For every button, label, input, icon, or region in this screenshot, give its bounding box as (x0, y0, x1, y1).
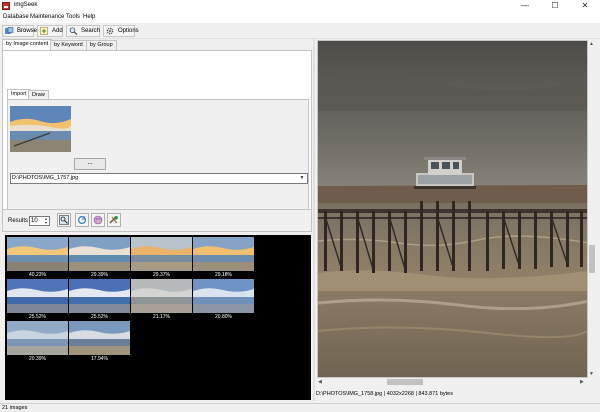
result-thumbnail[interactable]: 40.23% (7, 237, 68, 279)
pane-splitter[interactable] (313, 39, 315, 401)
result-thumbnail[interactable]: 29.39% (69, 237, 130, 279)
thumbnail-image (193, 279, 254, 313)
status-bar: 21 images (0, 403, 600, 412)
tab-by-keyword[interactable]: by Keyword (50, 40, 87, 50)
chevron-down-icon[interactable]: ▼ (298, 175, 306, 182)
options-button[interactable]: Options (103, 25, 139, 37)
similarity-score: 20.39% (29, 356, 46, 362)
viewer-horizontal-scrollbar[interactable]: ◀ ▶ (317, 378, 588, 386)
palette-icon (93, 215, 103, 225)
result-thumbnail[interactable]: 21.17% (131, 279, 192, 321)
menu-tools[interactable]: Tools (66, 14, 80, 20)
thumbnail-image (69, 321, 130, 355)
query-image-thumbnail (10, 106, 71, 152)
pier-photo (318, 41, 587, 377)
result-thumbnail[interactable]: 20.39% (7, 321, 68, 363)
tools-button[interactable] (107, 213, 121, 227)
results-panel: Results 10 ▲ ▼ (2, 209, 312, 232)
search-button[interactable]: Search (66, 25, 100, 37)
import-draw-tabs: Import Draw (7, 89, 307, 99)
result-thumbnail[interactable]: 17.94% (69, 321, 130, 363)
app-icon (2, 2, 10, 10)
browse-icon (5, 27, 14, 34)
result-thumbnail[interactable]: 29.18% (193, 237, 254, 279)
vertical-scroll-thumb[interactable] (589, 245, 595, 273)
menu-help[interactable]: Help (83, 14, 95, 20)
refresh-button[interactable] (75, 213, 89, 227)
close-button[interactable]: ✕ (570, 0, 600, 12)
thumbnail-image (7, 279, 68, 313)
thumbnail-image (7, 237, 68, 271)
thumbnail-image (69, 237, 130, 271)
query-pane: by Image content by Keyword by Group Imp… (2, 39, 312, 401)
menu-database[interactable]: Database (3, 14, 29, 20)
similarity-score: 29.39% (91, 272, 108, 278)
horizontal-scroll-thumb[interactable] (387, 379, 423, 385)
tab-by-group[interactable]: by Group (86, 40, 117, 50)
tab-draw[interactable]: Draw (28, 90, 49, 99)
similarity-score: 25.52% (29, 314, 46, 320)
similarity-score: 21.17% (153, 314, 170, 320)
thumbnail-image (7, 321, 68, 355)
query-tabs: by Image content by Keyword by Group (2, 39, 312, 50)
query-path-value: D:\PHOTOS\IMG_1757.jpg (12, 175, 79, 181)
maximize-button[interactable]: ☐ (540, 0, 570, 12)
scroll-left-icon[interactable]: ◀ (318, 379, 322, 385)
browse-label: Browse (17, 28, 38, 34)
gear-icon (106, 27, 114, 35)
options-label: Options (118, 28, 139, 34)
tools-icon (109, 216, 118, 224)
similarity-score: 29.18% (215, 272, 232, 278)
result-thumbnail[interactable]: 25.52% (7, 279, 68, 321)
thumbnail-image (131, 279, 192, 313)
query-button[interactable] (57, 213, 71, 227)
browse-button[interactable]: Browse (2, 25, 38, 37)
menu-maintenance[interactable]: Maintenance (30, 14, 64, 20)
similarity-score: 20.80% (215, 314, 232, 320)
search-icon (69, 27, 78, 35)
title-bar: imgSeek — ☐ ✕ (0, 0, 600, 12)
image-info-label: D:\PHOTOS\IMG_1758.jpg | 4032x2268 | 843… (316, 391, 453, 397)
thumbnail-image (131, 237, 192, 271)
thumbnail-image (69, 279, 130, 313)
refresh-icon (77, 215, 87, 225)
image-viewer-pane: ▲ ▼ ◀ ▶ D:\PHOTOS\IMG_1758.jpg | 4032x22… (316, 39, 597, 401)
results-thumbnail-grid: 40.23% 29.39% 29.37% 29.18% 25.52% 25.52% 21.1… (5, 235, 311, 400)
results-label: Results (8, 218, 29, 224)
similarity-score: 40.23% (29, 272, 46, 278)
result-thumbnail[interactable]: 29.37% (131, 237, 192, 279)
results-count-value: 10 (31, 218, 38, 224)
scroll-right-icon[interactable]: ▶ (580, 379, 584, 385)
menu-bar: Database Maintenance Tools Help (0, 12, 600, 23)
scroll-up-icon[interactable]: ▲ (589, 41, 594, 47)
viewer-vertical-scrollbar[interactable]: ▲ ▼ (588, 40, 596, 378)
add-icon (40, 27, 48, 35)
color-button[interactable] (91, 213, 105, 227)
browse-file-button[interactable]: ... (74, 158, 106, 170)
similarity-score: 29.37% (153, 272, 170, 278)
thumbnail-image (193, 237, 254, 271)
spinner-arrows-icon[interactable]: ▲ ▼ (43, 217, 49, 225)
tab-by-image-content[interactable]: by Image content (2, 39, 53, 50)
search-label: Search (81, 28, 101, 34)
query-image (10, 106, 71, 152)
similarity-score: 25.52% (91, 314, 108, 320)
scroll-down-icon[interactable]: ▼ (589, 371, 594, 377)
result-thumbnail[interactable]: 25.52% (69, 279, 130, 321)
result-thumbnail[interactable]: 20.80% (193, 279, 254, 321)
add-label: Add (52, 28, 63, 34)
image-search-icon (59, 215, 69, 225)
image-viewer (317, 40, 588, 378)
image-count: 21 images (2, 405, 28, 411)
import-panel: ... D:\PHOTOS\IMG_1757.jpg ▼ (7, 99, 309, 216)
results-count-spinner[interactable]: 10 ▲ ▼ (29, 216, 50, 226)
add-button[interactable]: Add (37, 25, 63, 37)
similarity-score: 17.94% (91, 356, 108, 362)
toolbar: Browse Add Search Options (0, 23, 600, 39)
window-title: imgSeek (14, 2, 38, 8)
image-content-panel: Import Draw ... D:\PHOTOS\IMG_1757.jpg ▼ (2, 50, 312, 221)
query-path-combobox[interactable]: D:\PHOTOS\IMG_1757.jpg ▼ (10, 173, 308, 184)
minimize-button[interactable]: — (510, 0, 540, 12)
